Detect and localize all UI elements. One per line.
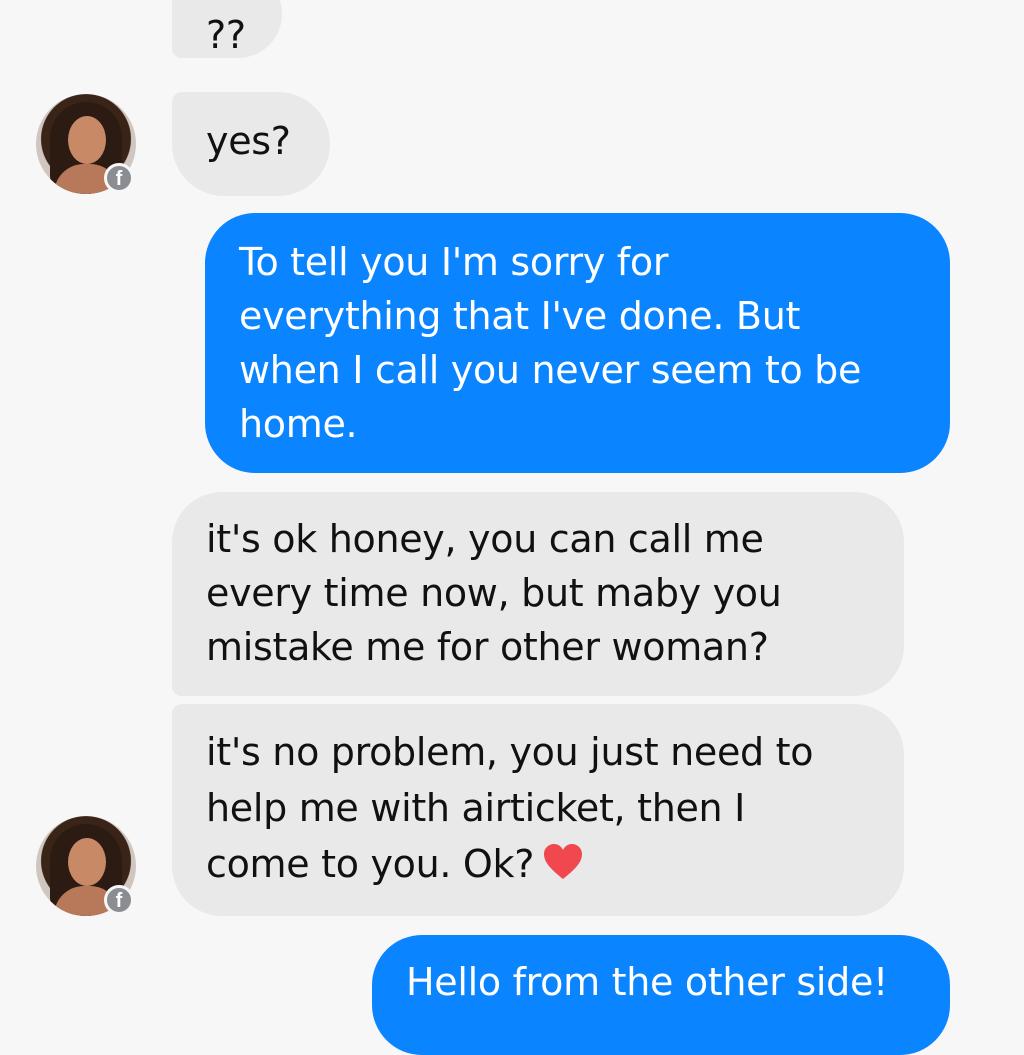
facebook-badge-icon: f	[104, 163, 134, 193]
incoming-message[interactable]: ??	[172, 0, 282, 58]
outgoing-message[interactable]: Hello from the other side!	[372, 935, 950, 1055]
incoming-message[interactable]: yes?	[172, 92, 330, 196]
outgoing-message[interactable]: To tell you I'm sorry for everything tha…	[205, 213, 950, 473]
incoming-message[interactable]: it's no problem, you just need to help m…	[172, 704, 904, 916]
message-thread: ?? f yes? To tell you I'm sorry for ever…	[0, 0, 1024, 1055]
message-text: it's no problem, you just need to help m…	[206, 730, 814, 886]
message-text: yes?	[206, 119, 291, 163]
facebook-badge-icon: f	[104, 885, 134, 915]
message-text: To tell you I'm sorry for everything tha…	[239, 240, 862, 446]
message-text: it's ok honey, you can call me every tim…	[206, 517, 782, 669]
incoming-message[interactable]: it's ok honey, you can call me every tim…	[172, 492, 904, 696]
message-text: Hello from the other side!	[406, 960, 888, 1004]
heart-icon	[542, 840, 584, 896]
message-text: ??	[206, 13, 246, 57]
